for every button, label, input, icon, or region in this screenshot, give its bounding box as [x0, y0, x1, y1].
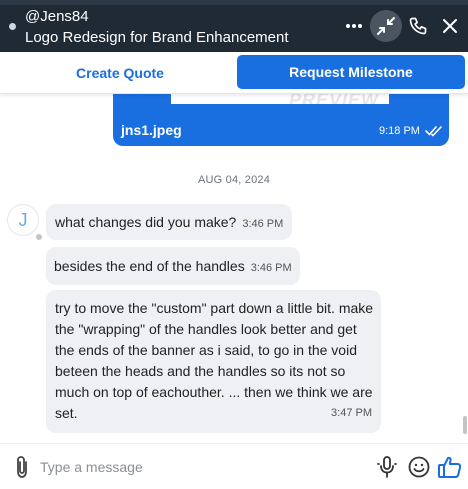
double-check-icon — [425, 126, 442, 137]
scrollbar-thumb[interactable] — [463, 416, 467, 434]
online-status-dot — [9, 23, 16, 30]
contact-username[interactable]: @Jens84 — [25, 8, 89, 25]
attachment-time: 9:18 PM — [379, 125, 420, 137]
thumbs-up-icon[interactable] — [437, 454, 463, 480]
message-list[interactable]: PREVIEW jns1.jpeg 9:18 PM AUG 04, 2024 J… — [0, 94, 468, 443]
message-text: what changes did you make? — [55, 214, 237, 230]
create-quote-button[interactable]: Create Quote — [20, 57, 220, 89]
message-time: 3:46 PM — [250, 262, 292, 274]
phone-icon[interactable] — [404, 12, 432, 40]
action-bar: Create Quote Request Milestone — [0, 52, 468, 94]
message-bubble: what changes did you make? 3:46 PM — [46, 204, 293, 240]
message-input[interactable] — [40, 453, 340, 481]
avatar-status-dot — [36, 234, 42, 240]
attachment-bubble[interactable]: PREVIEW jns1.jpeg 9:18 PM — [113, 94, 449, 146]
close-icon[interactable] — [436, 12, 464, 40]
emoji-icon[interactable] — [407, 455, 431, 479]
conversation-title: Logo Redesign for Brand Enhancement — [25, 29, 289, 46]
microphone-icon[interactable] — [376, 455, 398, 479]
attachment-preview-image[interactable]: PREVIEW — [171, 94, 389, 104]
attachment-file-name[interactable]: jns1.jpeg — [121, 122, 182, 138]
avatar[interactable]: J — [7, 204, 39, 236]
message-bubble: try to move the "custom" part down a lit… — [46, 290, 381, 433]
more-icon[interactable] — [340, 12, 368, 40]
message-composer — [0, 443, 468, 489]
message-time: 3:47 PM — [331, 407, 372, 419]
message-time: 3:46 PM — [242, 218, 284, 230]
message-bubble: besides the end of the handles 3:46 PM — [46, 247, 300, 285]
paperclip-icon[interactable] — [12, 455, 32, 479]
preview-watermark: PREVIEW — [289, 94, 380, 104]
chat-header: @Jens84 Logo Redesign for Brand Enhancem… — [0, 0, 468, 52]
header-top-strip — [0, 0, 468, 5]
request-milestone-button[interactable]: Request Milestone — [237, 55, 465, 89]
minimize-icon[interactable] — [370, 10, 402, 42]
date-separator: AUG 04, 2024 — [197, 174, 271, 186]
message-text: besides the end of the handles — [54, 258, 245, 274]
message-text: try to move the "custom" part down a lit… — [55, 300, 374, 421]
